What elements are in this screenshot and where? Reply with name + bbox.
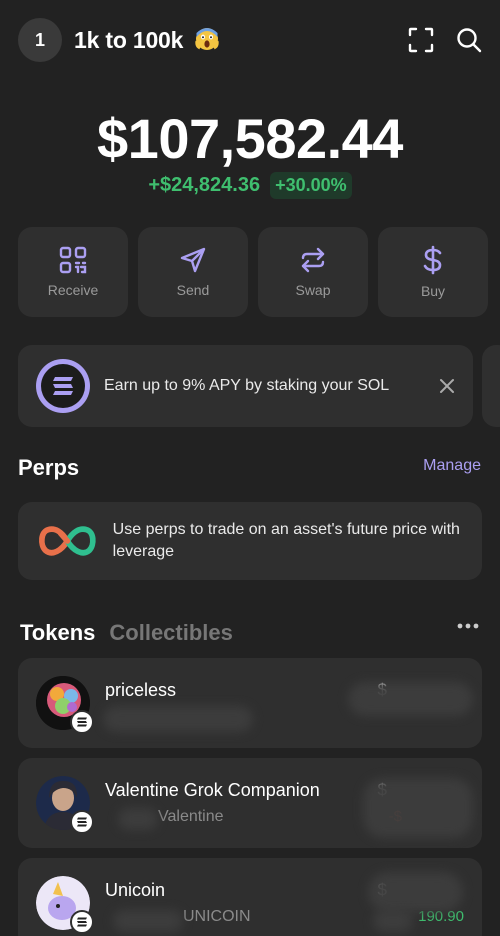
swap-icon: [301, 247, 325, 273]
header: 1 1k to 100k: [18, 18, 482, 62]
send-arrow-icon: [180, 247, 206, 273]
solana-chain-badge: [70, 710, 94, 734]
staking-banner[interactable]: Earn up to 9% APY by staking your SOL: [18, 345, 473, 427]
manage-link[interactable]: Manage: [423, 457, 481, 475]
token-row[interactable]: priceless $: [18, 658, 482, 748]
token-row[interactable]: Valentine Grok Companion Valentine $ -$: [18, 758, 482, 848]
account-name-text: 1k to 100k: [74, 26, 184, 53]
asset-tabs: Tokens Collectibles: [20, 620, 233, 646]
solana-chain-badge: [70, 910, 94, 934]
action-buttons: Receive Send Swap Buy: [18, 227, 488, 317]
token-name: Unicoin: [105, 880, 166, 900]
change-amount: +$24,824.36: [148, 174, 261, 196]
wallet-screen: 1 1k to 100k $107,582.44 +$24,824.36 +30…: [0, 0, 500, 936]
search-icon[interactable]: [456, 27, 482, 53]
token-name: priceless: [105, 680, 177, 700]
receive-button[interactable]: Receive: [18, 227, 128, 317]
buy-label: Buy: [420, 283, 446, 299]
account-avatar[interactable]: 1: [18, 18, 62, 62]
token-symbol: UNICOIN: [183, 908, 251, 925]
send-button[interactable]: Send: [138, 227, 248, 317]
total-balance: $107,582.44: [97, 107, 403, 170]
header-icons: [408, 27, 482, 53]
perps-card[interactable]: Use perps to trade on an asset's future …: [18, 502, 482, 580]
token-row[interactable]: Unicoin UNICOIN $ 190.90: [18, 858, 482, 936]
token-name: Valentine Grok Companion: [105, 780, 320, 800]
receive-label: Receive: [47, 282, 99, 298]
account-name[interactable]: 1k to 100k: [74, 26, 220, 54]
tab-collectibles[interactable]: Collectibles: [109, 620, 232, 646]
buy-button[interactable]: Buy: [378, 227, 488, 317]
tab-tokens[interactable]: Tokens: [20, 620, 95, 646]
swap-label: Swap: [295, 282, 331, 298]
staking-banner-text: Earn up to 9% APY by staking your SOL: [104, 377, 390, 394]
solana-icon: [36, 359, 90, 413]
screaming-face-icon: [195, 27, 220, 50]
more-options-icon[interactable]: [457, 622, 479, 630]
infinity-icon: [39, 526, 96, 556]
perps-title: Perps: [18, 455, 80, 480]
token-symbol: Valentine: [158, 808, 224, 825]
perps-description: Use perps to trade on an asset's future …: [112, 521, 460, 560]
change-percent-badge: +30.00%: [270, 172, 352, 199]
send-label: Send: [176, 282, 210, 298]
next-banner-peek[interactable]: [482, 345, 500, 427]
qr-code-icon: [59, 246, 87, 274]
swap-button[interactable]: Swap: [258, 227, 368, 317]
dollar-icon: [423, 245, 442, 275]
balance-change: +$24,824.36 +30.00%: [0, 172, 500, 199]
scan-icon[interactable]: [408, 27, 434, 53]
solana-chain-badge: [70, 810, 94, 834]
close-icon[interactable]: [439, 378, 455, 394]
avatar-number: 1: [34, 29, 45, 50]
